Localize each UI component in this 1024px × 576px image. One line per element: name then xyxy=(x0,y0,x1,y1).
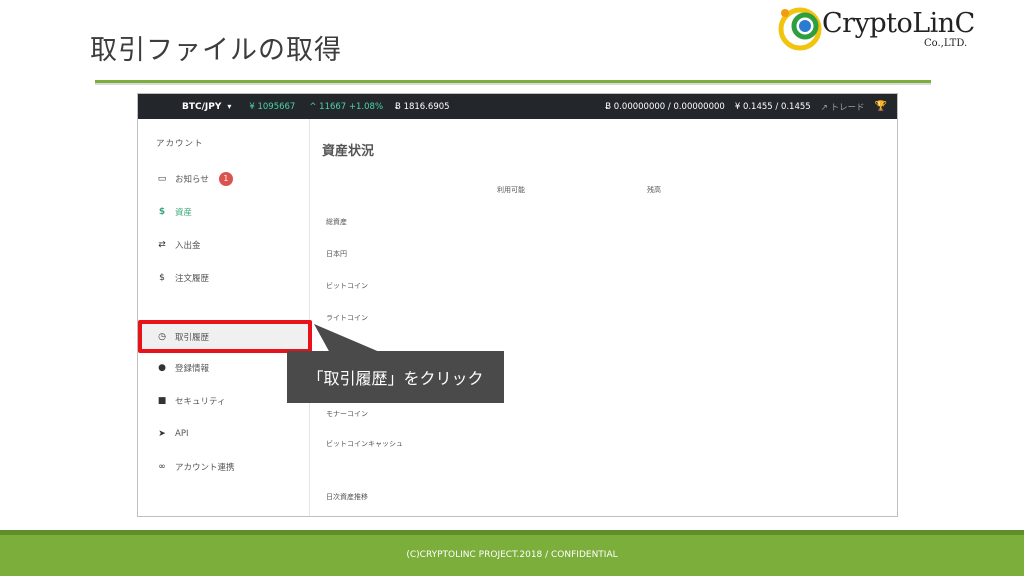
column-balance: 残高 xyxy=(647,186,661,194)
footer-top-stripe xyxy=(0,530,1024,535)
sidebar-item-label: セキュリティ xyxy=(175,396,226,407)
sidebar-item-assets[interactable]: $ 資産 xyxy=(138,196,310,227)
transfer-icon: ⇄ xyxy=(158,239,166,250)
title-underline-shadow xyxy=(95,83,931,85)
app-window: BTC/JPY ▾ ¥ 1095667 ^ 11667 +1.08% Ƀ 181… xyxy=(137,93,898,517)
link-icon: ∞ xyxy=(158,461,166,472)
logo-name: CryptoLinC xyxy=(822,8,975,39)
chevron-down-icon: ▾ xyxy=(227,102,232,111)
sidebar-item-label: 資産 xyxy=(175,207,193,218)
sidebar-item-deposit-withdraw[interactable]: ⇄ 入出金 xyxy=(138,229,310,260)
trophy-icon[interactable]: 🏆 xyxy=(875,101,887,112)
price-change: ^ 11667 +1.08% xyxy=(309,101,384,112)
top-bar: BTC/JPY ▾ ¥ 1095667 ^ 11667 +1.08% Ƀ 181… xyxy=(138,94,897,119)
row-daily-assets: 日次資産推移 xyxy=(326,493,368,501)
row-total-assets: 総資産 xyxy=(326,218,347,226)
logo-subtitle: Co.,LTD. xyxy=(924,38,968,49)
sidebar-item-label: 注文履歴 xyxy=(175,273,210,284)
sidebar-item-label: 入出金 xyxy=(175,240,201,251)
slide-title: 取引ファイルの取得 xyxy=(90,35,342,66)
lock-icon: ■ xyxy=(157,395,167,406)
sidebar-item-account-link[interactable]: ∞ アカウント連携 xyxy=(138,451,310,482)
instruction-callout: 「取引履歴」をクリック xyxy=(287,351,504,403)
footer-copyright: (C)CRYPTOLINC PROJECT.2018 / CONFIDENTIA… xyxy=(406,550,618,560)
sidebar-item-label: 登録情報 xyxy=(175,363,210,374)
page-title: 資産状況 xyxy=(322,144,375,159)
sidebar-item-security[interactable]: ■ セキュリティ xyxy=(138,385,310,416)
sidebar-item-registration[interactable]: ● 登録情報 xyxy=(138,352,310,383)
callout-pointer xyxy=(314,324,382,353)
btc-balance: Ƀ 0.00000000 / 0.00000000 xyxy=(605,101,725,112)
pair-selector[interactable]: BTC/JPY ▾ xyxy=(182,102,231,112)
trade-link[interactable]: ↗ トレード xyxy=(821,101,865,113)
row-jpy: 日本円 xyxy=(326,250,347,258)
pair-label: BTC/JPY xyxy=(182,101,222,112)
column-available: 利用可能 xyxy=(497,186,525,194)
sidebar-item-order-history[interactable]: $ 注文履歴 xyxy=(138,262,310,293)
chart-icon: ↗ xyxy=(820,102,828,113)
highlight-box xyxy=(138,320,312,353)
account-sidebar: アカウント ▭ お知らせ 1 $ 資産 ⇄ 入出金 $ 注文履歴 ◷ 取引履歴 … xyxy=(138,119,312,516)
row-monacoin: モナーコイン xyxy=(326,410,368,418)
sidebar-item-notifications[interactable]: ▭ お知らせ 1 xyxy=(138,163,310,194)
trade-label: トレード xyxy=(830,102,865,113)
company-logo: CryptoLinC Co.,LTD. xyxy=(774,2,975,54)
inbox-icon: ▭ xyxy=(157,173,167,184)
volume: Ƀ 1816.6905 xyxy=(395,101,450,112)
row-bitcoin-cash: ビットコインキャッシュ xyxy=(326,440,403,448)
paper-plane-icon: ➤ xyxy=(158,428,166,439)
user-icon: ● xyxy=(158,362,166,373)
sidebar-item-api[interactable]: ➤ API xyxy=(138,418,310,449)
sidebar-item-label: お知らせ xyxy=(175,174,209,185)
assets-panel: 資産状況 利用可能 残高 総資産 日本円 ビットコイン ライトコイン モナーコイ… xyxy=(310,119,897,516)
jpy-balance: ¥ 0.1455 / 0.1455 xyxy=(734,101,811,112)
balances: Ƀ 0.00000000 / 0.00000000 ¥ 0.1455 / 0.1… xyxy=(605,101,897,113)
sidebar-item-label: アカウント連携 xyxy=(175,462,235,473)
notification-badge: 1 xyxy=(218,171,233,186)
sidebar-item-label: API xyxy=(175,428,189,439)
row-bitcoin: ビットコイン xyxy=(326,282,368,290)
sidebar-heading: アカウント xyxy=(156,139,204,149)
last-price: ¥ 1095667 xyxy=(249,101,296,112)
dollar-icon: $ xyxy=(158,206,166,217)
logo-mark-icon xyxy=(778,7,822,51)
dollar-icon: $ xyxy=(159,272,165,283)
